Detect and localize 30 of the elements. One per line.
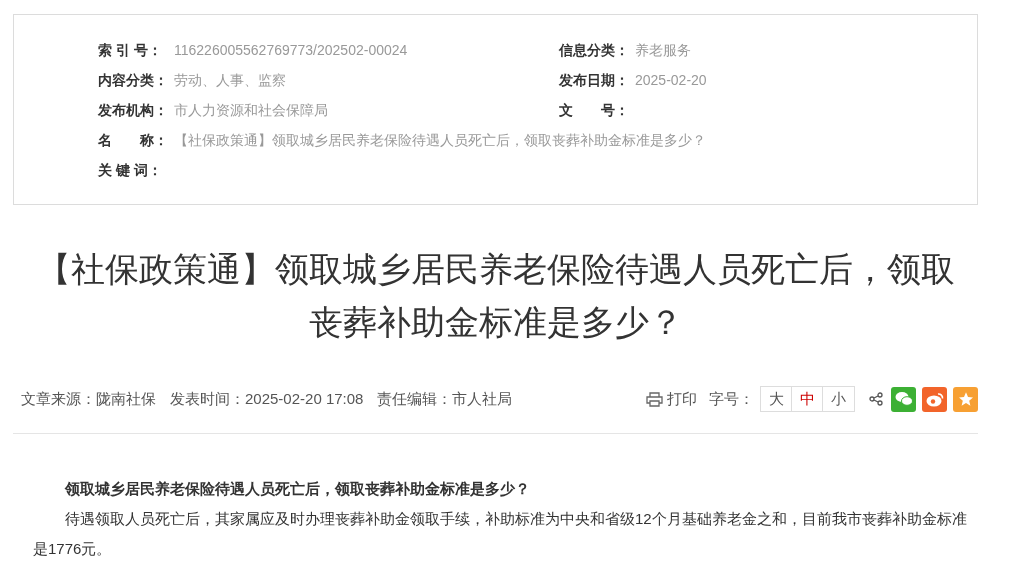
print-button[interactable]: 打印 (646, 389, 697, 409)
field-label: 关 键 词： (98, 162, 163, 180)
field-label: 发布机构： (98, 102, 169, 120)
field-value: 2025-02-20 (635, 72, 707, 90)
article-meta: 发表时间：2025-02-20 17:08 (170, 389, 364, 409)
share-button[interactable] (922, 386, 947, 412)
field-value: 【社保政策通】领取城乡居民养老保险待遇人员死亡后，领取丧葬补助金标准是多少？ (174, 132, 706, 150)
chat-bubbles-icon (894, 391, 913, 407)
field-label: 信息分类： (559, 42, 630, 60)
article-title: 【社保政策通】领取城乡居民养老保险待遇人员死亡后，领取丧葬补助金标准是多少？ (35, 249, 956, 343)
field-value: 劳动、人事、监察 (174, 72, 286, 90)
body-heading: 领取城乡居民养老保险待遇人员死亡后，领取丧葬补助金标准是多少？ (63, 479, 531, 499)
article-meta: 责任编辑：市人社局 (377, 389, 513, 409)
field-label: 内容分类： (98, 72, 169, 90)
field-label: 名 称： (98, 132, 169, 150)
weibo-eye-icon (925, 391, 944, 407)
field-label: 文 号： (559, 102, 630, 120)
field-value: 市人力资源和社会保障局 (174, 102, 328, 120)
article-meta: 文章来源：陇南社保 (21, 389, 156, 409)
field-label: 发布日期： (559, 72, 630, 90)
body-paragraph: 待遇领取人员死亡后，其家属应及时办理丧葬补助金领取手续，补助标准为中央和省级12个月基础养老金之和，目前我市丧葬补助金标准是1776元。 (33, 509, 968, 559)
font-size-label: 字号： (709, 389, 754, 409)
share-button[interactable] (953, 386, 978, 412)
field-value: 养老服务 (635, 42, 691, 60)
star-icon (957, 391, 974, 407)
share-icon[interactable] (869, 392, 883, 406)
field-value: 116226005562769773/202502-00024 (174, 42, 408, 60)
printer-icon (646, 391, 663, 407)
field-label: 索 引 号： (98, 42, 163, 60)
share-button[interactable] (891, 386, 916, 412)
